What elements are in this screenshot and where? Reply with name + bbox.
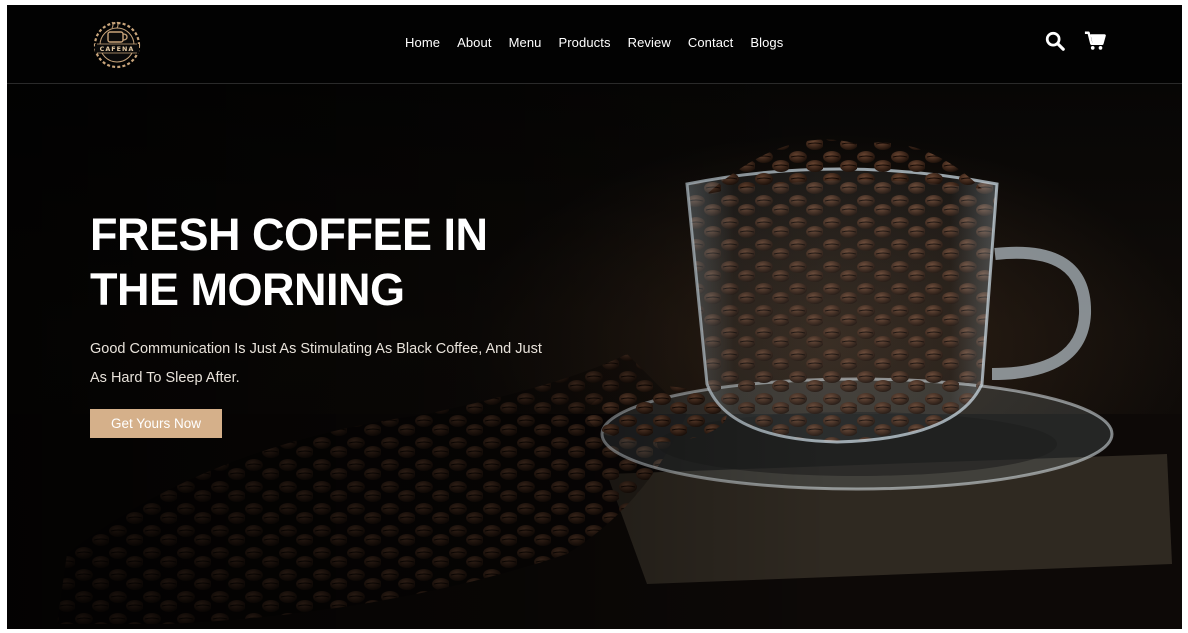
hero-content: FRESH COFFEE IN THE MORNING Good Communi… [90,207,560,438]
search-icon[interactable] [1044,30,1066,52]
hero-subtitle: Good Communication Is Just As Stimulatin… [90,341,542,386]
nav-about[interactable]: About [457,35,491,50]
site-header: CAFENA Home About Menu Products Review C… [7,5,1182,84]
nav-blogs[interactable]: Blogs [750,35,783,50]
hero-title: FRESH COFFEE IN THE MORNING [90,209,488,315]
main-nav: Home About Menu Products Review Contact … [405,35,800,50]
nav-contact[interactable]: Contact [688,35,734,50]
nav-menu[interactable]: Menu [509,35,542,50]
get-yours-now-button[interactable]: Get Yours Now [90,409,223,438]
cart-icon[interactable] [1084,30,1106,52]
page-frame: CAFENA Home About Menu Products Review C… [7,5,1182,629]
logo-text: CAFENA [100,45,135,53]
logo-emblem: CAFENA [93,21,141,69]
nav-home[interactable]: Home [405,35,440,50]
header-actions [1044,30,1106,52]
nav-review[interactable]: Review [628,35,671,50]
cafena-logo[interactable]: CAFENA [87,15,147,75]
hero-section: FRESH COFFEE IN THE MORNING Good Communi… [7,84,1182,629]
nav-products[interactable]: Products [558,35,610,50]
